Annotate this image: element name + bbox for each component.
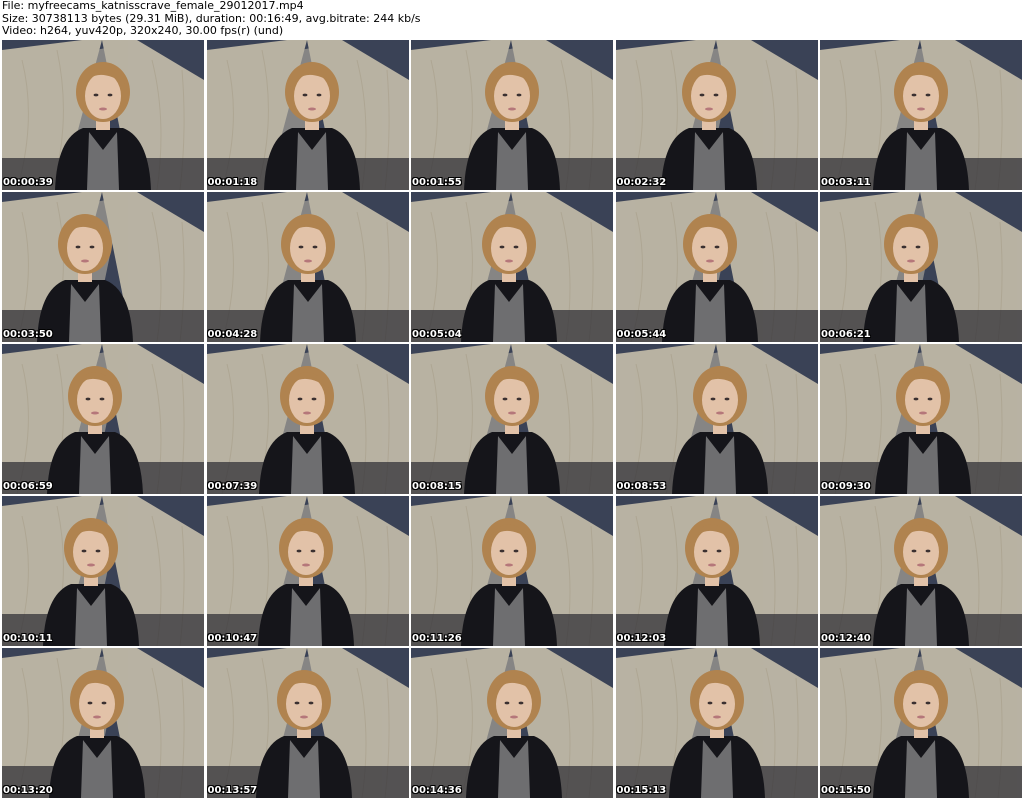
timestamp-label: 00:14:36	[412, 785, 462, 796]
timestamp-label: 00:06:21	[821, 329, 871, 340]
timestamp-label: 00:11:26	[412, 633, 462, 644]
timestamp-label: 00:02:32	[616, 177, 667, 188]
thumbnail: 00:12:40	[820, 496, 1022, 646]
timestamp-label: 00:13:20	[3, 785, 53, 796]
frame-image	[820, 344, 1022, 494]
frame-image	[206, 344, 409, 494]
frame-image	[2, 192, 204, 342]
file-name-line: File: myfreecams_katnisscrave_female_290…	[2, 0, 304, 12]
thumbnail: 00:13:57	[206, 648, 409, 798]
video-info-line: Video: h264, yuv420p, 320x240, 30.00 fps…	[2, 24, 284, 37]
thumbnail: 00:06:21	[820, 192, 1022, 342]
timestamp-label: 00:15:50	[821, 785, 871, 796]
frame-image	[206, 648, 409, 798]
thumbnail: 00:05:04	[411, 192, 613, 342]
frame-image	[615, 344, 818, 494]
thumbnail: 00:02:32	[615, 40, 818, 190]
frame-image	[820, 192, 1022, 342]
frame-image	[206, 192, 409, 342]
thumbnail: 00:10:11	[2, 496, 204, 646]
timestamp-label: 00:09:30	[821, 481, 871, 492]
thumbnail: 00:01:18	[206, 40, 409, 190]
timestamp-label: 00:15:13	[616, 785, 667, 796]
timestamp-label: 00:10:11	[3, 633, 53, 644]
frame-image	[615, 192, 818, 342]
thumbnail: 00:03:50	[2, 192, 204, 342]
thumbnail: 00:06:59	[2, 344, 204, 494]
thumbnail: 00:01:55	[411, 40, 613, 190]
thumbnail: 00:08:15	[411, 344, 613, 494]
timestamp-label: 00:00:39	[3, 177, 53, 188]
thumbnail: 00:09:30	[820, 344, 1022, 494]
timestamp-label: 00:06:59	[3, 481, 53, 492]
file-info-header: File: myfreecams_katnisscrave_female_290…	[2, 0, 1022, 38]
frame-image	[411, 344, 613, 494]
timestamp-label: 00:01:55	[412, 177, 462, 188]
timestamp-label: 00:12:03	[616, 633, 667, 644]
timestamp-label: 00:08:53	[616, 481, 667, 492]
timestamp-label: 00:01:18	[207, 177, 258, 188]
frame-image	[411, 496, 613, 646]
timestamp-label: 00:05:04	[412, 329, 462, 340]
thumbnail: 00:05:44	[615, 192, 818, 342]
frame-image	[2, 40, 204, 190]
thumbnail-grid: 00:00:39 00:01:18 00:01:55 00:02:32 00:03:11…	[2, 40, 1022, 799]
frame-image	[411, 192, 613, 342]
thumbnail: 00:10:47	[206, 496, 409, 646]
thumbnail: 00:14:36	[411, 648, 613, 798]
frame-image	[820, 40, 1022, 190]
timestamp-label: 00:08:15	[412, 481, 462, 492]
timestamp-label: 00:05:44	[616, 329, 667, 340]
timestamp-label: 00:03:11	[821, 177, 871, 188]
frame-image	[820, 648, 1022, 798]
thumbnail: 00:07:39	[206, 344, 409, 494]
thumbnail: 00:00:39	[2, 40, 204, 190]
timestamp-label: 00:04:28	[207, 329, 258, 340]
thumbnail: 00:08:53	[615, 344, 818, 494]
timestamp-label: 00:07:39	[207, 481, 258, 492]
thumbnail: 00:11:26	[411, 496, 613, 646]
frame-image	[2, 496, 204, 646]
frame-image	[615, 496, 818, 646]
frame-image	[411, 40, 613, 190]
timestamp-label: 00:13:57	[207, 785, 258, 796]
frame-image	[615, 40, 818, 190]
frame-image	[820, 496, 1022, 646]
thumbnail: 00:12:03	[615, 496, 818, 646]
frame-image	[2, 344, 204, 494]
thumbnail: 00:03:11	[820, 40, 1022, 190]
frame-image	[2, 648, 204, 798]
frame-image	[206, 40, 409, 190]
timestamp-label: 00:03:50	[3, 329, 53, 340]
frame-image	[206, 496, 409, 646]
frame-image	[615, 648, 818, 798]
thumbnail: 00:15:13	[615, 648, 818, 798]
frame-image	[411, 648, 613, 798]
timestamp-label: 00:10:47	[207, 633, 258, 644]
thumbnail: 00:04:28	[206, 192, 409, 342]
timestamp-label: 00:12:40	[821, 633, 871, 644]
thumbnail: 00:15:50	[820, 648, 1022, 798]
thumbnail: 00:13:20	[2, 648, 204, 798]
